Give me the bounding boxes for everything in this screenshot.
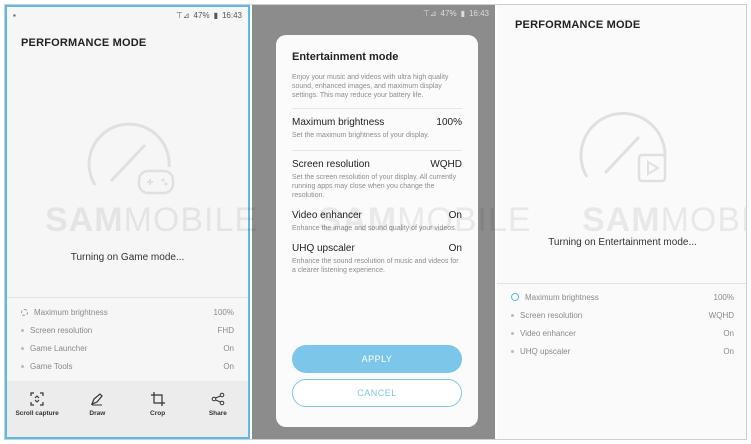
list-item: Maximum brightness 100%: [497, 288, 746, 306]
item-label: Game Tools: [30, 361, 73, 371]
battery-percent: 47%: [193, 10, 210, 20]
setting-label: Screen resolution: [292, 159, 370, 170]
setting-value: On: [448, 210, 462, 221]
item-value: FHD: [217, 325, 234, 335]
scroll-capture-icon: [29, 391, 45, 407]
crop-button[interactable]: Crop: [136, 391, 180, 418]
item-label: Maximum brightness: [34, 307, 108, 317]
page-title: PERFORMANCE MODE: [515, 19, 641, 31]
setting-uhq-upscaler[interactable]: UHQ upscaler On Enhance the sound resolu…: [292, 243, 462, 275]
setting-label: Maximum brightness: [292, 117, 385, 128]
setting-label: UHQ upscaler: [292, 243, 355, 254]
list-item: Maximum brightness 100%: [7, 303, 248, 321]
divider: [292, 108, 462, 109]
item-label: Maximum brightness: [525, 292, 599, 302]
settings-summary-list: Maximum brightness 100% Screen resolutio…: [7, 303, 248, 375]
progress-ring-icon: [511, 293, 519, 301]
draw-button[interactable]: Draw: [75, 391, 119, 418]
share-button[interactable]: Share: [196, 391, 240, 418]
status-time: 16:43: [221, 10, 242, 20]
setting-value: 100%: [436, 117, 462, 128]
game-gauge-icon: [87, 122, 175, 195]
item-value: On: [223, 343, 234, 353]
divider: [292, 150, 462, 151]
signal-icon: ⊤⊿: [175, 10, 190, 20]
apply-button[interactable]: APPLY: [292, 345, 462, 373]
bullet-icon: [511, 331, 514, 335]
dialog-title: Entertainment mode: [292, 51, 399, 63]
gallery-notification-icon: ▪: [13, 10, 16, 20]
list-item: Game Tools On: [7, 357, 248, 375]
list-item: Video enhancer On: [497, 324, 746, 342]
dialog-description: Enjoy your music and videos with ultra h…: [292, 74, 449, 99]
item-label: Game Launcher: [30, 343, 88, 353]
battery-icon: ▮: [213, 10, 218, 20]
draw-label: Draw: [89, 410, 106, 417]
signal-icon: ⊤⊿: [422, 8, 437, 18]
setting-label: Video enhancer: [292, 210, 362, 221]
setting-value: On: [448, 243, 462, 254]
battery-percent: 47%: [440, 8, 457, 18]
status-message: Turning on Game mode...: [70, 252, 185, 263]
screenshot-frame: ▪ ⊤⊿ 47% ▮ 16:43 PERFORMANCE MODE Turnin…: [4, 4, 747, 440]
bullet-icon: [21, 364, 24, 368]
bullet-icon: [511, 349, 514, 353]
loading-icon: [21, 308, 28, 316]
crop-icon: [150, 391, 166, 407]
item-label: Screen resolution: [520, 310, 583, 320]
setting-description: Set the screen resolution of your displa…: [292, 174, 457, 199]
share-label: Share: [208, 410, 227, 417]
status-time: 16:43: [468, 8, 489, 18]
cancel-button[interactable]: CANCEL: [292, 379, 462, 407]
entertainment-mode-dialog: Entertainment mode Enjoy your music and …: [276, 35, 478, 427]
bullet-icon: [21, 346, 24, 350]
setting-description: Enhance the sound resolution of music an…: [292, 258, 459, 274]
list-item: UHQ upscaler On: [497, 342, 746, 360]
item-value: 100%: [213, 307, 234, 317]
share-icon: [210, 391, 226, 407]
item-value: WQHD: [708, 310, 734, 320]
setting-video-enhancer[interactable]: Video enhancer On Enhance the image and …: [292, 210, 462, 233]
crop-label: Crop: [150, 410, 166, 417]
item-label: UHQ upscaler: [520, 346, 571, 356]
setting-max-brightness[interactable]: Maximum brightness 100% Set the maximum …: [292, 117, 462, 140]
item-value: On: [723, 346, 734, 356]
divider: [7, 297, 248, 298]
battery-icon: ▮: [460, 8, 465, 18]
entertainment-dialog-panel: ⊤⊿ 47% ▮ 16:43 Entertainment mode Enjoy …: [252, 5, 495, 439]
draw-icon: [89, 391, 105, 407]
list-item: Screen resolution WQHD: [497, 306, 746, 324]
bullet-icon: [511, 313, 514, 317]
divider: [497, 283, 746, 284]
game-mode-panel: ▪ ⊤⊿ 47% ▮ 16:43 PERFORMANCE MODE Turnin…: [5, 5, 250, 439]
bullet-icon: [21, 328, 24, 332]
video-gauge-icon: [579, 111, 667, 183]
page-title: PERFORMANCE MODE: [21, 37, 147, 49]
item-label: Screen resolution: [30, 325, 93, 335]
status-message: Turning on Entertainment mode...: [548, 237, 697, 248]
scroll-capture-button[interactable]: Scroll capture: [15, 391, 59, 418]
item-label: Video enhancer: [520, 328, 576, 338]
item-value: On: [723, 328, 734, 338]
setting-screen-resolution[interactable]: Screen resolution WQHD Set the screen re…: [292, 159, 462, 200]
status-bar: ⊤⊿ 47% ▮ 16:43: [252, 5, 495, 21]
screenshot-toolbar: Scroll capture Draw Crop Share: [7, 381, 248, 437]
item-value: 100%: [713, 292, 734, 302]
scroll-capture-label: Scroll capture: [15, 410, 59, 417]
setting-description: Set the maximum brightness of your displ…: [292, 132, 430, 139]
setting-value: WQHD: [430, 159, 462, 170]
list-item: Game Launcher On: [7, 339, 248, 357]
setting-description: Enhance the image and sound quality of y…: [292, 225, 457, 232]
list-item: Screen resolution FHD: [7, 321, 248, 339]
item-value: On: [223, 361, 234, 371]
settings-summary-list: Maximum brightness 100% Screen resolutio…: [497, 288, 746, 360]
status-bar: ▪ ⊤⊿ 47% ▮ 16:43: [7, 7, 248, 23]
entertainment-mode-panel: PERFORMANCE MODE Turning on Entertainmen…: [497, 5, 746, 439]
